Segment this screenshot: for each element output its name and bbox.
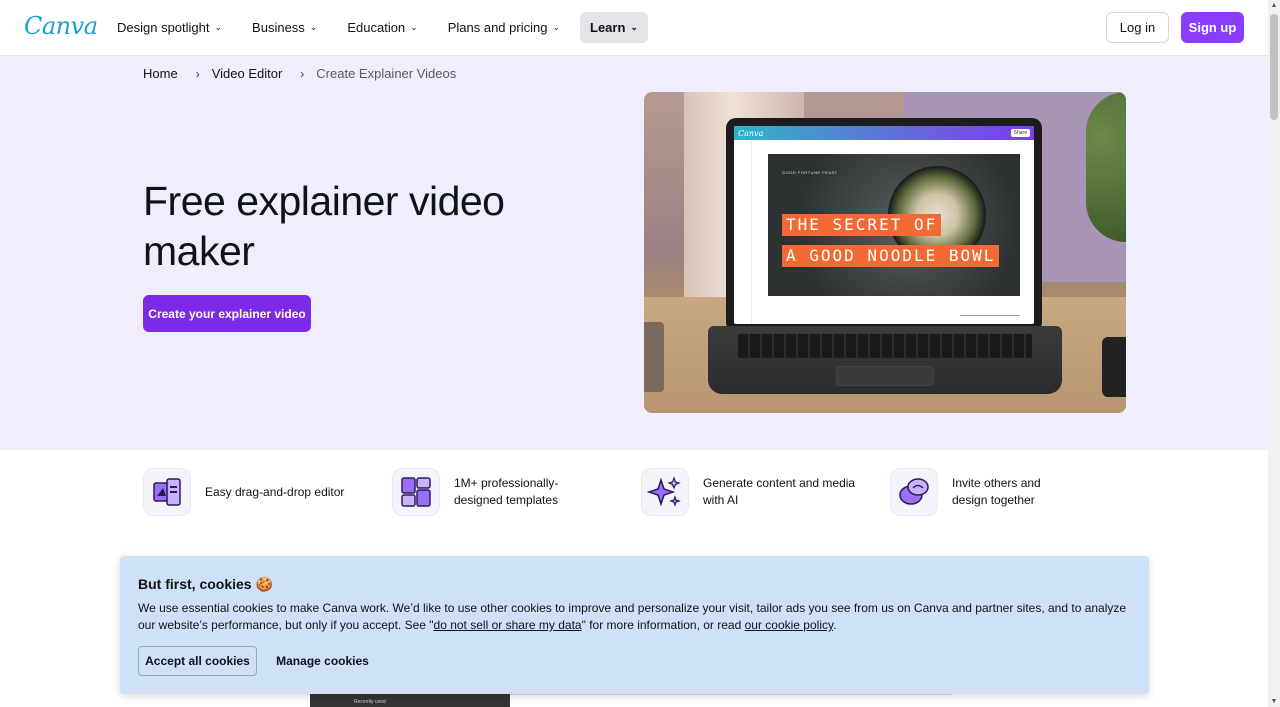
cookie-text-middle: " for more information, or read xyxy=(581,618,745,632)
laptop-trackpad xyxy=(836,366,934,386)
collaborate-chat-icon xyxy=(890,468,938,516)
menu-label: Design spotlight xyxy=(117,20,210,35)
feature-text: 1M+ professionally-designed templates xyxy=(454,476,559,507)
drag-drop-editor-icon xyxy=(143,468,191,516)
editor-toolbar: Canva Share xyxy=(734,126,1034,140)
scroll-down-arrow-icon[interactable]: ▼ xyxy=(1270,698,1278,705)
menu-label: Education xyxy=(347,20,406,35)
scrollbar-thumb[interactable] xyxy=(1270,14,1278,120)
laptop-screen: Canva Share GOOD FORTUNE FEAST THE SECRE… xyxy=(726,118,1042,332)
do-not-sell-link[interactable]: do not sell or share my data xyxy=(434,618,582,632)
menu-label: Business xyxy=(252,20,305,35)
main-menu: Design spotlight ⌄ Business ⌄ Education … xyxy=(107,12,658,44)
breadcrumb-home[interactable]: Home xyxy=(143,66,178,81)
breadcrumb-current: Create Explainer Videos xyxy=(316,66,457,81)
design-headline-2: A GOOD NOODLE BOWL xyxy=(782,245,1000,267)
feature-ai: Generate content and media with AI xyxy=(641,468,863,516)
mug xyxy=(644,322,664,392)
editor-preview: Canva Share GOOD FORTUNE FEAST THE SECRE… xyxy=(734,126,1034,324)
feature-templates: 1M+ professionally-designed templates xyxy=(392,468,574,516)
content-preview-peek xyxy=(310,694,510,707)
menu-business[interactable]: Business ⌄ xyxy=(242,12,327,43)
feature-text: Generate content and media with AI xyxy=(703,476,856,507)
content-divider xyxy=(510,694,953,695)
login-button[interactable]: Log in xyxy=(1106,12,1169,43)
accept-all-cookies-button[interactable]: Accept all cookies xyxy=(138,646,257,676)
canva-logo[interactable]: Canva xyxy=(24,12,98,40)
hero-laptop-image: Canva Share GOOD FORTUNE FEAST THE SECRE… xyxy=(644,92,1126,413)
feature-text: Easy drag-and-drop editor xyxy=(205,484,345,499)
templates-icon xyxy=(392,468,440,516)
signup-button[interactable]: Sign up xyxy=(1181,12,1244,43)
editor-timeline xyxy=(960,315,1020,316)
features-row: Easy drag-and-drop editor 1M+ profession… xyxy=(143,468,1143,518)
ai-sparkle-icon xyxy=(641,468,689,516)
cookie-description: We use essential cookies to make Canva w… xyxy=(138,600,1128,634)
chevron-right-icon: › xyxy=(300,66,305,81)
chevron-down-icon: ⌄ xyxy=(214,22,223,32)
cookie-text-after: . xyxy=(833,618,837,632)
editor-sidebar xyxy=(734,140,752,324)
editor-share-button: Share xyxy=(1010,129,1030,137)
chevron-down-icon: ⌄ xyxy=(552,22,560,32)
laptop-keyboard xyxy=(738,334,1032,358)
camera-lens xyxy=(1102,337,1126,397)
design-brand-tag: GOOD FORTUNE FEAST xyxy=(782,170,838,175)
chevron-down-icon: ⌄ xyxy=(410,22,418,32)
scroll-up-arrow-icon[interactable]: ▲ xyxy=(1270,2,1278,9)
cookie-policy-link[interactable]: our cookie policy xyxy=(745,618,834,632)
hero-section: Home › Video Editor › Create Explainer V… xyxy=(0,56,1268,450)
noodle-bowl-design: GOOD FORTUNE FEAST THE SECRET OF A GOOD … xyxy=(768,154,1020,296)
peek-label: Recently used xyxy=(354,699,386,705)
feature-drag-drop: Easy drag-and-drop editor xyxy=(143,468,355,516)
breadcrumb-video-editor[interactable]: Video Editor xyxy=(212,66,283,81)
cookie-banner: But first, cookies 🍪 We use essential co… xyxy=(120,556,1149,694)
plant-leaf xyxy=(1086,92,1126,242)
menu-label: Plans and pricing xyxy=(447,20,548,35)
design-headline-1: THE SECRET OF xyxy=(782,214,942,236)
breadcrumb: Home › Video Editor › Create Explainer V… xyxy=(143,66,456,81)
menu-education[interactable]: Education ⌄ xyxy=(337,12,427,43)
laptop-base xyxy=(708,326,1062,394)
cookie-title: But first, cookies 🍪 xyxy=(138,576,273,592)
chevron-right-icon: › xyxy=(195,66,200,81)
menu-design-spotlight[interactable]: Design spotlight ⌄ xyxy=(107,12,232,43)
create-explainer-video-button[interactable]: Create your explainer video xyxy=(143,295,311,332)
feature-text: Invite others and design together xyxy=(952,476,1041,507)
chevron-down-icon: ⌄ xyxy=(309,22,318,32)
feature-collaborate: Invite others and design together xyxy=(890,468,1062,516)
menu-label: Learn xyxy=(590,20,626,35)
manage-cookies-button[interactable]: Manage cookies xyxy=(270,646,375,676)
editor-logo: Canva xyxy=(738,128,764,138)
menu-plans-pricing[interactable]: Plans and pricing ⌄ xyxy=(438,12,570,43)
page-scrollbar[interactable]: ▲ ▼ xyxy=(1268,0,1280,707)
menu-learn[interactable]: Learn ⌄ xyxy=(580,12,648,43)
top-navigation: Canva Design spotlight ⌄ Business ⌄ Educ… xyxy=(0,0,1268,56)
chevron-down-icon: ⌄ xyxy=(630,22,638,32)
page-title: Free explainer video maker xyxy=(143,178,505,274)
